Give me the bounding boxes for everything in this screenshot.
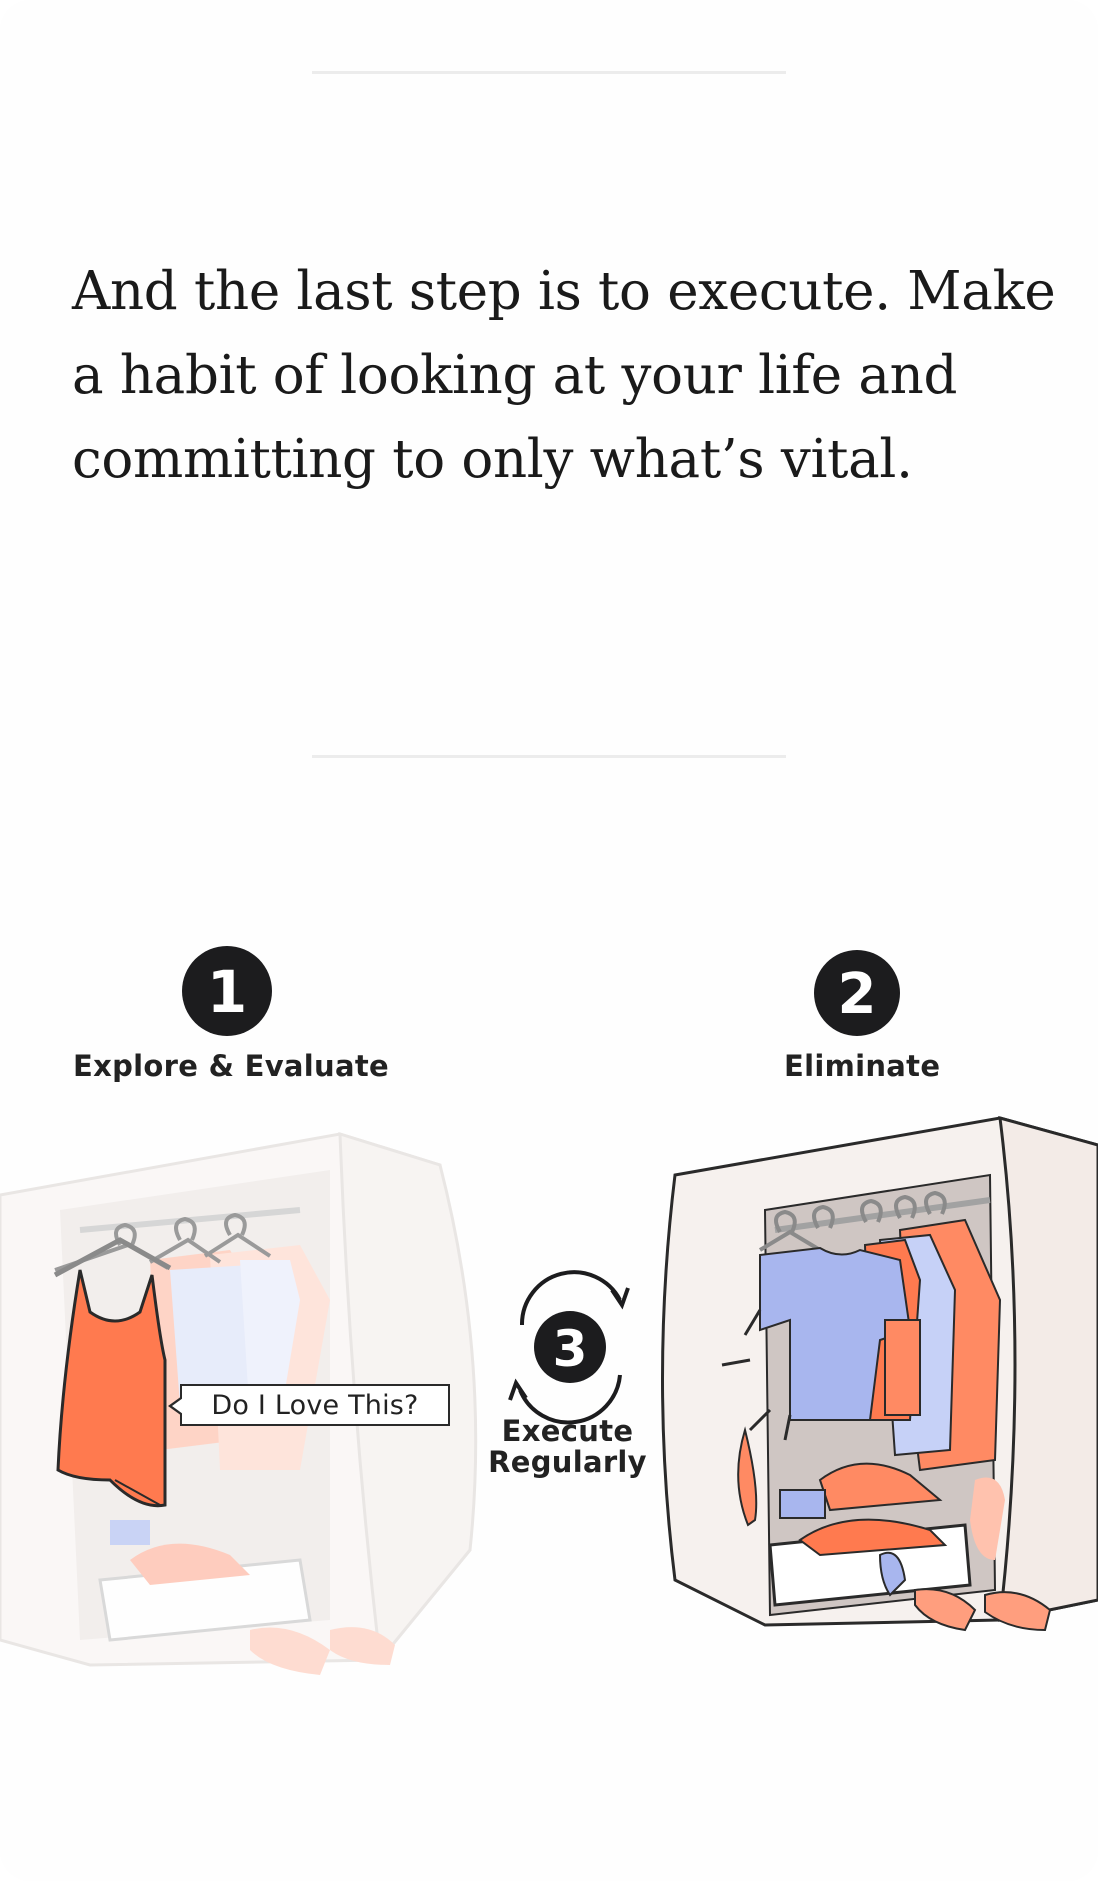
closet-illustration: 1 2 3 xyxy=(0,946,1098,1675)
step-2-circle-icon: 2 xyxy=(814,950,900,1036)
svg-text:1: 1 xyxy=(207,958,247,1026)
right-closet xyxy=(661,1115,1098,1632)
story-card: And the last step is to execute. Make a … xyxy=(0,0,1098,1881)
step-3-cycle-icon: 3 xyxy=(508,1270,630,1425)
step-2-label: Eliminate xyxy=(784,1049,941,1083)
svg-text:3: 3 xyxy=(553,1320,588,1378)
middle-divider xyxy=(312,755,786,758)
top-divider xyxy=(312,71,786,74)
svg-text:2: 2 xyxy=(838,962,877,1027)
step-3-label: Execute Regularly xyxy=(488,1414,647,1479)
step-1-label: Explore & Evaluate xyxy=(73,1049,389,1083)
body-text: And the last step is to execute. Make a … xyxy=(72,261,1056,490)
step-1-circle-icon: 1 xyxy=(182,946,272,1036)
do-i-love-this-tooltip: Do I Love This? xyxy=(168,1384,450,1426)
